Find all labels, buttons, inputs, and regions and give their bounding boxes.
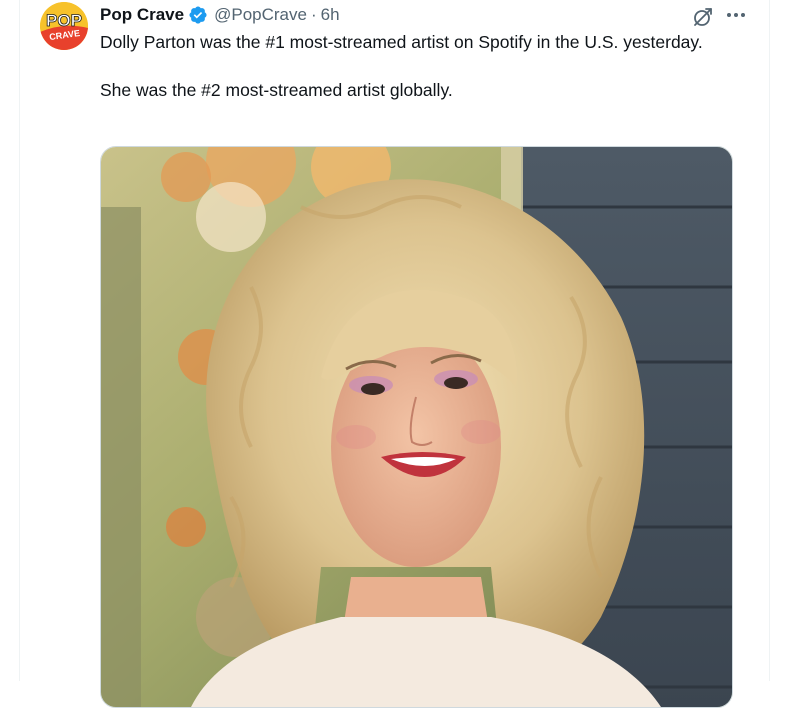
tweet-text: Dolly Parton was the #1 most-streamed ar… <box>100 30 720 102</box>
tweet-text-line-2: She was the #2 most-streamed artist glob… <box>100 80 453 100</box>
tweet-header: Pop Crave @PopCrave · 6h <box>100 4 340 26</box>
portrait-image <box>101 147 732 707</box>
handle[interactable]: @PopCrave <box>214 5 307 25</box>
separator-dot: · <box>310 5 317 24</box>
timestamp[interactable]: 6h <box>321 5 340 25</box>
grok-icon[interactable] <box>692 6 714 28</box>
tweet-text-line-1: Dolly Parton was the #1 most-streamed ar… <box>100 32 703 52</box>
pop-crave-logo: POP CRAVE <box>40 2 88 50</box>
display-name[interactable]: Pop Crave <box>100 5 184 25</box>
verified-badge-icon[interactable] <box>188 5 208 25</box>
more-icon[interactable] <box>724 6 748 24</box>
logo-text-pop: POP <box>46 11 82 30</box>
tweet-photo[interactable] <box>100 146 733 708</box>
avatar[interactable]: POP CRAVE <box>40 2 88 50</box>
